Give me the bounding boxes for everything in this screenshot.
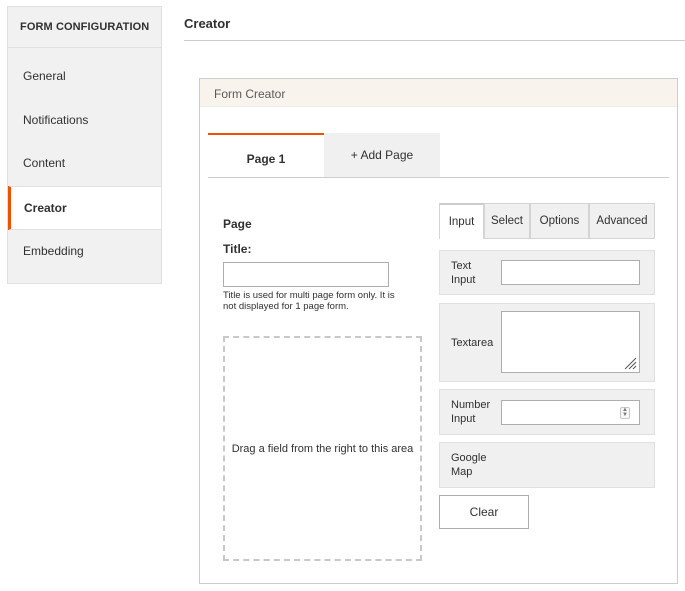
google-map-label-line1: Google bbox=[451, 452, 487, 464]
page-section-heading: Page bbox=[223, 217, 252, 231]
palette-field-number-input[interactable]: Number Input ▲ ▼ bbox=[439, 389, 655, 435]
sidebar-item-embedding[interactable]: Embedding bbox=[8, 230, 161, 274]
text-input-label-line1: Text bbox=[451, 260, 472, 272]
google-map-label-line2: Map bbox=[451, 466, 473, 478]
dropzone-text: Drag a field from the right to this area bbox=[231, 442, 414, 455]
field-dropzone[interactable]: Drag a field from the right to this area bbox=[223, 336, 422, 561]
sidebar-item-creator[interactable]: Creator bbox=[8, 186, 161, 230]
palette-field-google-map[interactable]: Google Map bbox=[439, 442, 655, 488]
tab-page-1[interactable]: Page 1 bbox=[208, 133, 324, 178]
number-input-preview: ▲ ▼ bbox=[501, 400, 640, 425]
tab-select[interactable]: Select bbox=[484, 203, 530, 239]
config-sidebar: FORM CONFIGURATION General Notifications… bbox=[7, 6, 162, 284]
number-spinner-icon: ▲ ▼ bbox=[620, 407, 630, 419]
tab-input[interactable]: Input bbox=[439, 203, 484, 239]
page-title: Creator bbox=[184, 16, 231, 31]
title-divider bbox=[184, 40, 685, 41]
tab-advanced[interactable]: Advanced bbox=[589, 203, 655, 239]
sidebar-item-content[interactable]: Content bbox=[8, 142, 161, 186]
textarea-preview bbox=[501, 311, 640, 373]
number-input-label-line2: Input bbox=[451, 413, 476, 425]
text-input-preview bbox=[501, 260, 640, 285]
panel-title[interactable]: Form Creator bbox=[200, 79, 677, 107]
title-field-label: Title: bbox=[223, 242, 252, 256]
text-input-label-line2: Input bbox=[451, 274, 476, 286]
tabs-divider bbox=[208, 177, 669, 178]
number-input-label-line1: Number bbox=[451, 399, 491, 411]
title-hint: Title is used for multi page form only. … bbox=[223, 290, 395, 312]
resize-grip-icon bbox=[624, 357, 637, 370]
textarea-label: Textarea bbox=[451, 337, 494, 349]
add-page-button[interactable]: + Add Page bbox=[324, 133, 440, 178]
sidebar-item-general[interactable]: General bbox=[8, 55, 161, 99]
page-title-input[interactable] bbox=[223, 262, 389, 287]
palette-field-textarea[interactable]: Textarea bbox=[439, 303, 655, 382]
clear-button[interactable]: Clear bbox=[439, 495, 529, 529]
sidebar-header: FORM CONFIGURATION bbox=[8, 7, 161, 48]
sidebar-item-notifications[interactable]: Notifications bbox=[8, 99, 161, 143]
tab-options[interactable]: Options bbox=[530, 203, 589, 239]
palette-field-text-input[interactable]: Text Input bbox=[439, 250, 655, 295]
form-creator-panel: Form Creator Page 1 + Add Page Page Titl… bbox=[199, 78, 678, 584]
